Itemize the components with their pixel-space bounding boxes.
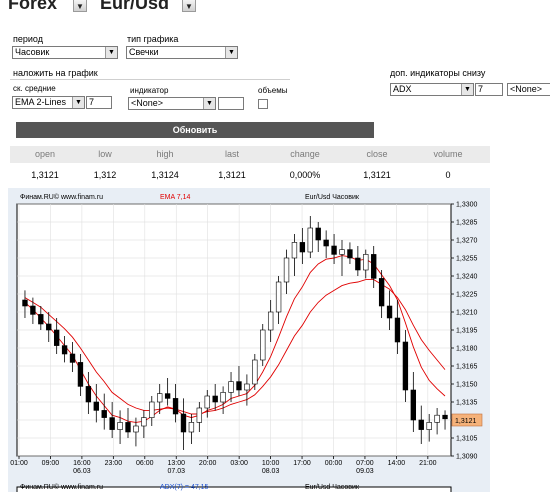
candle-body bbox=[402, 341, 409, 391]
x-tick-label: 10:00 bbox=[262, 460, 280, 467]
candle-body bbox=[236, 381, 242, 391]
last-price-label: 1,3121 bbox=[455, 418, 477, 425]
candle-body bbox=[38, 314, 44, 325]
candle-body bbox=[418, 419, 424, 430]
candle-body bbox=[220, 392, 226, 403]
y-tick-label: 1,3285 bbox=[456, 220, 478, 227]
y-tick-label: 1,3150 bbox=[456, 382, 478, 389]
candle-body bbox=[426, 422, 432, 430]
candle-body bbox=[307, 227, 313, 253]
y-tick-label: 1,3180 bbox=[456, 346, 478, 353]
candle-body bbox=[22, 299, 28, 307]
candle-body bbox=[323, 239, 329, 247]
y-tick-label: 1,3090 bbox=[456, 454, 478, 461]
candle-body bbox=[410, 389, 417, 421]
candle-body bbox=[149, 401, 155, 418]
price-chart: 1,3300 1,3285 1,3270 1,3255 1,3240 1,3225 1,32… bbox=[10, 193, 483, 492]
candle-body bbox=[30, 305, 36, 315]
candle-body bbox=[164, 393, 171, 399]
candle-body bbox=[355, 257, 361, 271]
candle-body bbox=[363, 254, 369, 271]
candle-body bbox=[244, 383, 250, 391]
candle-body bbox=[371, 254, 377, 279]
x-tick-label: 06:00 bbox=[136, 460, 154, 467]
x-tick-label: 07:00 bbox=[356, 460, 374, 467]
x-tick-label: 09:00 bbox=[42, 460, 60, 467]
candle-body bbox=[141, 417, 147, 427]
y-tick-label: 1,3135 bbox=[456, 400, 478, 407]
x-axis: 01:00 09:00 16:00 23:00 06:00 13:00 20:00 03:00… bbox=[10, 456, 437, 475]
x-tick-label: 01:00 bbox=[10, 460, 28, 467]
lower-panel-title: Eur/Usd Часовик bbox=[305, 484, 360, 491]
candle-body bbox=[117, 422, 123, 430]
candle-body bbox=[378, 278, 385, 307]
candle-body bbox=[46, 323, 52, 331]
x-tick-label: 23:00 bbox=[105, 460, 123, 467]
candle-body bbox=[101, 410, 107, 418]
candle-body bbox=[283, 257, 290, 283]
candle-body bbox=[85, 386, 92, 403]
y-tick-label: 1,3270 bbox=[456, 238, 478, 245]
chart-source: Финам.RU© www.finam.ru bbox=[20, 193, 103, 201]
candle-body bbox=[347, 249, 353, 259]
candle-body bbox=[93, 401, 99, 411]
candle-body bbox=[180, 413, 187, 433]
candle-body bbox=[125, 422, 131, 433]
x-tick-label: 17:00 bbox=[293, 460, 311, 467]
candle-body bbox=[109, 417, 115, 430]
candle-body bbox=[61, 345, 68, 355]
y-tick-label: 1,3165 bbox=[456, 364, 478, 371]
x-tick-label: 13:00 bbox=[167, 460, 185, 467]
candle-body bbox=[69, 353, 76, 363]
x-tick-label: 20:00 bbox=[199, 460, 217, 467]
y-tick-label: 1,3255 bbox=[456, 256, 478, 263]
candle-body bbox=[386, 305, 393, 319]
y-tick-label: 1,3195 bbox=[456, 328, 478, 335]
candle-body bbox=[77, 362, 84, 387]
lower-panel-source: Финам.RU© www.finam.ru bbox=[20, 483, 103, 491]
chart-overlay-label: EMA 7,14 bbox=[160, 194, 190, 201]
candle-body bbox=[228, 381, 234, 393]
candle-body bbox=[196, 407, 203, 423]
candle-body bbox=[291, 242, 298, 259]
chart-title: Eur/Usd Часовик bbox=[305, 194, 360, 201]
y-tick-label: 1,3210 bbox=[456, 310, 478, 317]
candle-body bbox=[267, 311, 274, 331]
candle-body bbox=[434, 414, 440, 423]
candle-body bbox=[299, 242, 306, 253]
candle-body bbox=[394, 317, 401, 343]
x-tick-label: 14:00 bbox=[388, 460, 406, 467]
x-date-label: 09.03 bbox=[356, 468, 374, 475]
candle-body bbox=[275, 281, 282, 313]
candle-body bbox=[339, 249, 345, 255]
y-tick-label: 1,3225 bbox=[456, 292, 478, 299]
y-tick-label: 1,3105 bbox=[456, 436, 478, 443]
candle-body bbox=[188, 422, 195, 433]
candle-body bbox=[442, 414, 448, 420]
candle-body bbox=[53, 329, 60, 346]
x-tick-label: 03:00 bbox=[230, 460, 248, 467]
candle-body bbox=[133, 425, 139, 433]
candle-body bbox=[212, 395, 218, 403]
x-date-label: 08.03 bbox=[262, 468, 280, 475]
y-tick-label: 1,3240 bbox=[456, 274, 478, 281]
x-tick-label: 00:00 bbox=[325, 460, 343, 467]
candle-body bbox=[252, 359, 258, 385]
candle-body bbox=[260, 329, 266, 361]
x-date-label: 07.03 bbox=[167, 468, 185, 475]
x-tick-label: 21:00 bbox=[419, 460, 437, 467]
x-date-label: 06.03 bbox=[73, 468, 91, 475]
adx-label: ADX(7) = 47,15 bbox=[160, 484, 209, 491]
candle-body bbox=[331, 245, 337, 255]
x-tick-label: 16:00 bbox=[73, 460, 91, 467]
candle-body bbox=[172, 398, 179, 415]
candle-body bbox=[157, 393, 163, 403]
y-tick-label: 1,3300 bbox=[456, 202, 478, 209]
candle-body bbox=[204, 395, 210, 409]
candle-body bbox=[315, 227, 321, 241]
